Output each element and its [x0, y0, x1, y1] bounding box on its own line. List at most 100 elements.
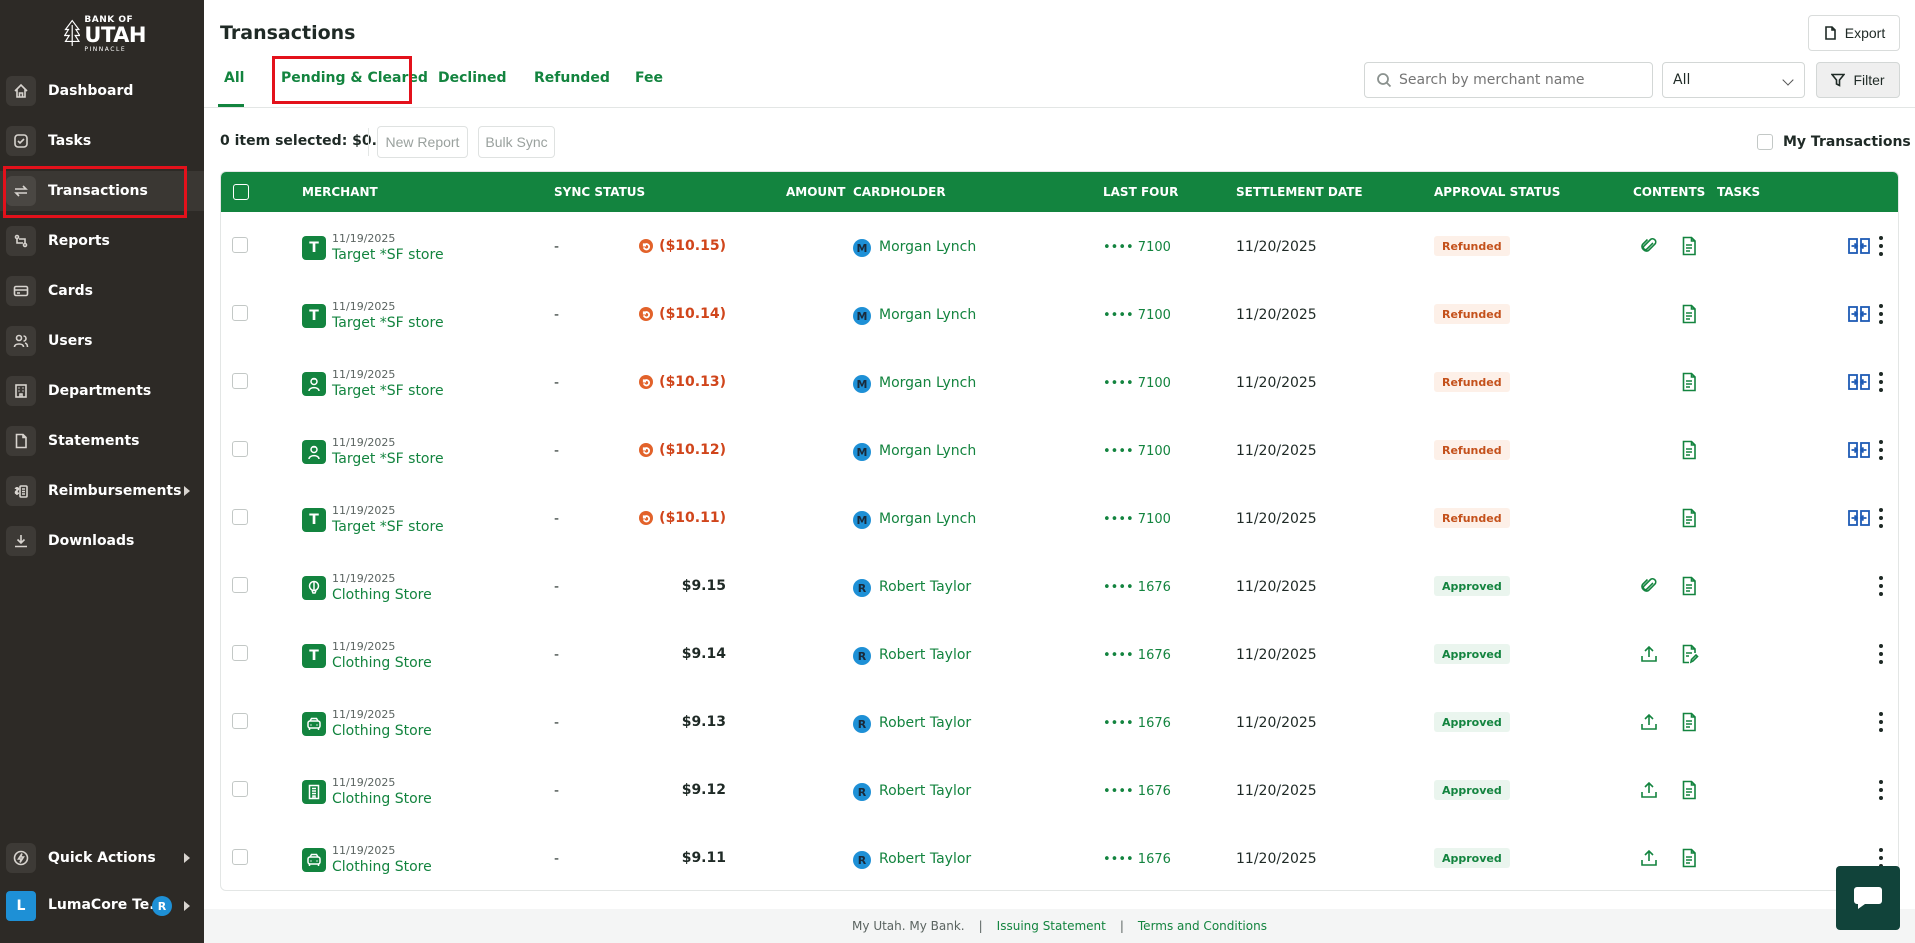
more-options-icon[interactable] [1878, 712, 1884, 732]
last-four[interactable]: •••• 1676 [1103, 580, 1171, 595]
cardholder-name[interactable]: Robert Taylor [879, 715, 971, 731]
my-transactions-checkbox[interactable] [1757, 134, 1773, 150]
receipt-icon[interactable] [1679, 576, 1699, 596]
user-avatar[interactable]: R [152, 896, 172, 916]
column-approval-status[interactable]: APPROVAL STATUS [1434, 185, 1560, 199]
upload-icon[interactable] [1639, 644, 1659, 664]
last-four[interactable]: •••• 1676 [1103, 784, 1171, 799]
search-input[interactable] [1364, 62, 1653, 98]
merchant-name[interactable]: Clothing Store [332, 655, 432, 671]
bank-logo[interactable]: BANK OF UTAH PINNACLE [64, 12, 146, 56]
expand-arrow-icon[interactable] [184, 901, 190, 911]
receipt-icon[interactable] [1679, 780, 1699, 800]
last-four[interactable]: •••• 7100 [1103, 444, 1171, 459]
tab-fee[interactable]: Fee [635, 70, 663, 86]
more-options-icon[interactable] [1878, 576, 1884, 596]
paperclip-icon[interactable] [1639, 576, 1659, 596]
sidebar-item-cards[interactable]: Cards [0, 271, 204, 311]
export-button[interactable]: Export [1808, 15, 1900, 51]
table-row[interactable]: T 11/19/2025 Target *SF store - ($10.11)… [221, 484, 1898, 552]
tab-refunded[interactable]: Refunded [534, 70, 610, 86]
column-sync-status[interactable]: SYNC STATUS [554, 185, 645, 199]
status-select[interactable]: All [1662, 62, 1805, 98]
issuing-statement-link[interactable]: Issuing Statement [997, 919, 1106, 933]
table-row[interactable]: 11/19/2025 Clothing Store - $9.12 R Robe… [221, 756, 1898, 824]
receipt-icon[interactable] [1679, 848, 1699, 868]
tab-all[interactable]: All [224, 70, 244, 86]
upload-icon[interactable] [1639, 780, 1659, 800]
cardholder-name[interactable]: Robert Taylor [879, 851, 971, 867]
cardholder-name[interactable]: Robert Taylor [879, 579, 971, 595]
sidebar-item-tasks[interactable]: Tasks [0, 121, 204, 161]
column-settlement-date[interactable]: SETTLEMENT DATE [1236, 185, 1363, 199]
split-icon[interactable] [1848, 237, 1870, 255]
row-checkbox[interactable] [232, 781, 248, 797]
merchant-name[interactable]: Target *SF store [332, 519, 444, 535]
row-checkbox[interactable] [232, 237, 248, 253]
column-merchant[interactable]: MERCHANT [302, 185, 378, 199]
row-checkbox[interactable] [232, 849, 248, 865]
select-all-checkbox[interactable] [233, 184, 249, 200]
cardholder-name[interactable]: Morgan Lynch [879, 375, 976, 391]
sidebar-item-statements[interactable]: Statements [0, 421, 204, 461]
sidebar-item-transactions[interactable]: Transactions [0, 171, 204, 211]
expand-arrow-icon[interactable] [184, 853, 190, 863]
more-options-icon[interactable] [1878, 236, 1884, 256]
split-icon[interactable] [1848, 373, 1870, 391]
new-report-button[interactable]: New Report [377, 126, 468, 158]
more-options-icon[interactable] [1878, 644, 1884, 664]
filter-button[interactable]: Filter [1816, 62, 1900, 98]
sidebar-item-downloads[interactable]: Downloads [0, 521, 204, 561]
split-icon[interactable] [1848, 305, 1870, 323]
receipt-icon[interactable] [1679, 712, 1699, 732]
cardholder-name[interactable]: Morgan Lynch [879, 511, 976, 527]
column-cardholder[interactable]: CARDHOLDER [853, 185, 946, 199]
merchant-name[interactable]: Target *SF store [332, 383, 444, 399]
paperclip-icon[interactable] [1639, 236, 1659, 256]
table-row[interactable]: T 11/19/2025 Target *SF store - ($10.14)… [221, 280, 1898, 348]
table-row[interactable]: T 11/19/2025 Target *SF store - ($10.15)… [221, 212, 1898, 280]
cardholder-name[interactable]: Morgan Lynch [879, 443, 976, 459]
receipt-icon[interactable] [1679, 440, 1699, 460]
row-checkbox[interactable] [232, 645, 248, 661]
more-options-icon[interactable] [1878, 780, 1884, 800]
table-row[interactable]: 11/19/2025 Target *SF store - ($10.13) M… [221, 348, 1898, 416]
merchant-name[interactable]: Clothing Store [332, 723, 432, 739]
chat-button[interactable] [1836, 866, 1900, 930]
merchant-name[interactable]: Clothing Store [332, 859, 432, 875]
upload-icon[interactable] [1639, 848, 1659, 868]
merchant-name[interactable]: Target *SF store [332, 247, 444, 263]
merchant-name[interactable]: Clothing Store [332, 791, 432, 807]
receipt-icon[interactable] [1679, 236, 1699, 256]
last-four[interactable]: •••• 7100 [1103, 240, 1171, 255]
sidebar-item-dashboard[interactable]: Dashboard [0, 71, 204, 111]
more-options-icon[interactable] [1878, 848, 1884, 868]
cardholder-name[interactable]: Robert Taylor [879, 647, 971, 663]
receipt-icon[interactable] [1679, 508, 1699, 528]
row-checkbox[interactable] [232, 577, 248, 593]
column-amount[interactable]: AMOUNT [786, 185, 845, 199]
more-options-icon[interactable] [1878, 508, 1884, 528]
column-contents[interactable]: CONTENTS [1633, 185, 1705, 199]
row-checkbox[interactable] [232, 713, 248, 729]
last-four[interactable]: •••• 7100 [1103, 376, 1171, 391]
merchant-name[interactable]: Clothing Store [332, 587, 432, 603]
sidebar-item-quick-actions[interactable]: Quick Actions [0, 838, 204, 878]
table-row[interactable]: 11/19/2025 Target *SF store - ($10.12) M… [221, 416, 1898, 484]
last-four[interactable]: •••• 7100 [1103, 308, 1171, 323]
more-options-icon[interactable] [1878, 372, 1884, 392]
last-four[interactable]: •••• 1676 [1103, 648, 1171, 663]
table-row[interactable]: 11/19/2025 Clothing Store - $9.11 R Robe… [221, 824, 1898, 890]
merchant-name[interactable]: Target *SF store [332, 451, 444, 467]
receipt-edit-icon[interactable] [1679, 644, 1699, 664]
my-transactions-toggle[interactable]: My Transactions [1757, 134, 1911, 150]
split-icon[interactable] [1848, 441, 1870, 459]
cardholder-name[interactable]: Morgan Lynch [879, 239, 976, 255]
sidebar-item-reimbursements[interactable]: Reimbursements [0, 471, 204, 511]
more-options-icon[interactable] [1878, 304, 1884, 324]
terms-link[interactable]: Terms and Conditions [1138, 919, 1267, 933]
sidebar-item-departments[interactable]: Departments [0, 371, 204, 411]
tab-declined[interactable]: Declined [438, 70, 507, 86]
tab-pending-cleared[interactable]: Pending & Cleared [281, 70, 428, 86]
column-tasks[interactable]: TASKS [1717, 185, 1760, 199]
